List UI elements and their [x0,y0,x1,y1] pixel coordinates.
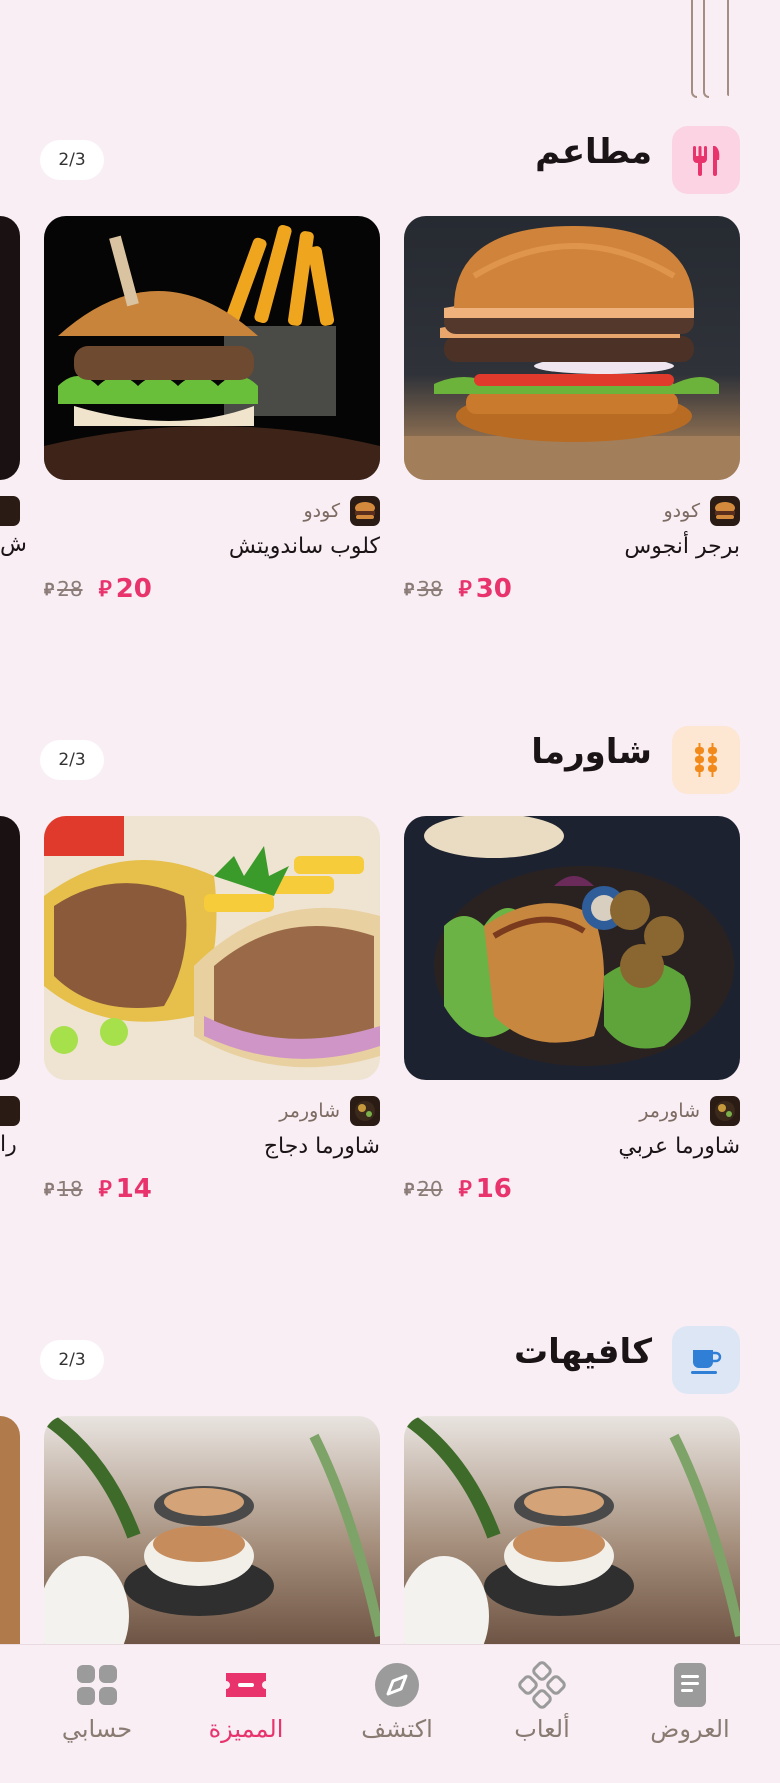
pager-badge[interactable]: 2/3 [40,1340,104,1380]
nav-label: حسابي [61,1715,133,1743]
ticket-icon [222,1661,270,1709]
vendor-name: كودو [303,500,340,522]
bottom-nav: العروض ألعاب اكتشف المميزة حسابي [0,1644,780,1783]
product-image [44,1416,380,1680]
vendor-name: شاورمر [639,1100,700,1122]
vendor-name: كودو [663,500,700,522]
product-card[interactable] [404,1416,740,1680]
riyal-icon: ⃁ [44,1180,55,1200]
product-card[interactable]: كودو كلوب ساندويتش ⃁ 28 ⃁ 20 [44,216,380,604]
vendor-logo [0,1096,20,1126]
product-card[interactable]: كودو برجر أنجوس ⃁ 38 ⃁ 30 [404,216,740,604]
skewer-icon [672,726,740,794]
next-card-peek[interactable] [0,1416,20,1680]
riyal-icon: ⃁ [44,580,55,600]
current-price: ⃁ 14 [98,1174,152,1204]
vendor-logo [350,1096,380,1126]
utensils-icon [672,126,740,194]
nav-label: المميزة [208,1715,284,1743]
vendor-logo [0,496,20,526]
vendor-logo [350,496,380,526]
product-image [44,816,380,1080]
vendor-info: شاورمر [279,1096,380,1126]
product-card[interactable]: شاورمر شاورما دجاج ⃁ 18 ⃁ 14 [44,816,380,1204]
nav-item-games[interactable]: ألعاب [477,1645,607,1783]
nav-label: اكتشف [361,1715,433,1743]
nav-item-discover[interactable]: اكتشف [332,1645,462,1783]
product-name: كلوب ساندويتش [228,534,380,559]
compass-icon [373,1661,421,1709]
product-image [404,1416,740,1680]
vendor-info: شاورمر [639,1096,740,1126]
product-name: شاورما دجاج [263,1134,380,1159]
riyal-icon: ⃁ [404,1180,415,1200]
section-title: مطاعم [535,132,652,172]
price-row: ⃁ 20 ⃁ 16 [404,1174,512,1204]
peek-product-name: ش [0,532,27,557]
riyal-icon: ⃁ [458,576,472,602]
peek-product-name: را [0,1132,17,1157]
product-name: شاورما عربي [618,1134,740,1159]
product-card[interactable] [44,1416,380,1680]
next-card-peek[interactable] [0,816,20,1080]
grid-icon [73,1661,121,1709]
old-price: ⃁ 38 [404,577,443,601]
vendor-logo [710,1096,740,1126]
gamepad-icon [518,1661,566,1709]
product-image [44,216,380,480]
vendor-logo [710,496,740,526]
current-price: ⃁ 30 [458,574,512,604]
vendor-info: كودو [303,496,380,526]
old-price: ⃁ 20 [404,1177,443,1201]
old-price: ⃁ 18 [44,1177,83,1201]
product-name: برجر أنجوس [624,534,740,559]
current-price: ⃁ 16 [458,1174,512,1204]
riyal-icon: ⃁ [458,1176,472,1202]
old-price: ⃁ 28 [44,577,83,601]
riyal-icon: ⃁ [98,1176,112,1202]
price-row: ⃁ 28 ⃁ 20 [44,574,152,604]
product-image [404,216,740,480]
nav-item-offers[interactable]: العروض [625,1645,755,1783]
coffee-cup-icon [672,1326,740,1394]
top-decoration [691,0,733,98]
nav-item-featured[interactable]: المميزة [181,1645,311,1783]
nav-label: ألعاب [514,1715,570,1743]
current-price: ⃁ 20 [98,574,152,604]
pager-badge[interactable]: 2/3 [40,740,104,780]
price-row: ⃁ 38 ⃁ 30 [404,574,512,604]
product-card[interactable]: شاورمر شاورما عربي ⃁ 20 ⃁ 16 [404,816,740,1204]
price-row: ⃁ 18 ⃁ 14 [44,1174,152,1204]
nav-label: العروض [650,1715,730,1743]
next-card-peek[interactable] [0,216,20,480]
riyal-icon: ⃁ [404,580,415,600]
section-title: كافيهات [513,1332,652,1372]
nav-item-account[interactable]: حسابي [32,1645,162,1783]
pager-badge[interactable]: 2/3 [40,140,104,180]
vendor-info: كودو [663,496,740,526]
riyal-icon: ⃁ [98,576,112,602]
document-icon [666,1661,714,1709]
product-image [404,816,740,1080]
section-title: شاورما [531,732,652,772]
vendor-name: شاورمر [279,1100,340,1122]
